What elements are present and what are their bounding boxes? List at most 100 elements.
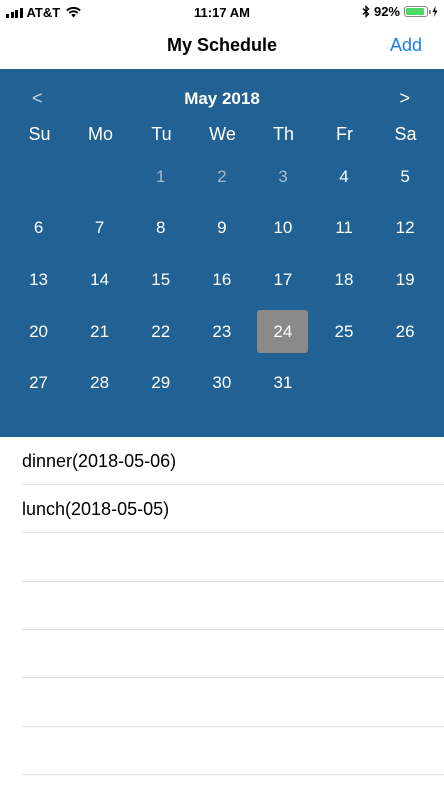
day-number: 19 [395,269,415,289]
empty-day-cell [69,151,130,203]
day-cell[interactable]: 11 [313,203,374,255]
wifi-icon [66,7,82,18]
day-number: 21 [90,321,110,341]
day-number: 23 [212,321,232,341]
status-right: 92% [362,4,438,19]
day-number: 11 [335,218,353,238]
next-month-button[interactable]: > [399,88,410,109]
weekday-label: Fr [336,124,353,144]
day-cell[interactable]: 28 [69,357,130,409]
carrier-label: AT&T [26,5,61,20]
day-cell[interactable]: 18 [313,254,374,306]
day-number: 25 [334,321,354,341]
day-cell[interactable]: 7 [69,203,130,255]
day-number: 30 [212,373,232,393]
weekday-label: Su [28,124,51,144]
day-cell[interactable]: 10 [252,203,313,255]
day-number: 6 [33,218,44,238]
day-cell[interactable]: 25 [313,306,374,358]
empty-list-row [22,679,444,727]
day-cell[interactable]: 14 [69,254,130,306]
day-number: 14 [90,269,110,289]
day-number: 9 [217,218,227,238]
day-cell[interactable]: 8 [130,203,191,255]
battery-percent: 92% [373,4,400,19]
day-number: 28 [90,373,110,393]
weekday-label: Th [272,124,294,144]
calendar-header: < May 2018 > [0,69,444,127]
event-list: dinner(2018-05-06) lunch(2018-05-05) [0,437,444,791]
weekday-label: Tu [151,124,172,144]
empty-list-row [22,534,444,582]
day-number: 31 [273,373,293,393]
day-number: 16 [212,269,232,289]
day-number: 27 [29,373,48,393]
signal-icon [6,7,23,18]
day-cell[interactable]: 27 [8,357,69,409]
previous-month-button[interactable]: < [32,88,43,109]
weekday-header: Su Mo Tu We Th Fr Sa [9,123,437,145]
event-row[interactable]: lunch(2018-05-05) [22,485,444,534]
day-cell[interactable]: 21 [69,306,130,358]
day-number: 5 [400,166,410,186]
battery-level [406,8,425,15]
empty-list-row [22,582,444,630]
day-cell[interactable]: 9 [191,203,252,255]
day-cell[interactable]: 5 [375,151,436,203]
selected-day-cell[interactable]: 24 [252,306,313,358]
day-number: 7 [94,218,105,238]
status-bar: AT&T 11:17 AM 92% [0,0,444,24]
day-number: 18 [334,269,354,289]
event-label: dinner(2018-05-06) [22,451,177,471]
day-cell[interactable]: 12 [375,203,436,255]
day-number: 10 [273,218,293,238]
day-number: 2 [217,166,227,186]
day-number: 26 [395,321,415,341]
day-number: 12 [395,218,415,238]
day-cell[interactable]: 17 [252,254,313,306]
day-cell[interactable]: 16 [191,254,252,306]
day-cell[interactable]: 20 [8,306,69,358]
day-number: 8 [156,218,166,238]
weekday-label: Mo [87,124,113,144]
navigation-bar: My Schedule Add [0,24,444,69]
day-cell[interactable]: 4 [313,151,374,203]
day-cell[interactable]: 1 [130,151,191,203]
day-cell[interactable]: 23 [191,306,252,358]
calendar: < May 2018 > Su Mo Tu We Th Fr Sa 1 2 3 4 5 6 7 8 9 10 1… [0,69,444,437]
day-number: 24 [257,310,309,354]
battery-icon [404,6,431,17]
event-label: lunch(2018-05-05) [22,499,170,520]
day-cell[interactable]: 29 [130,357,191,409]
empty-list-row [22,727,444,775]
day-number: 22 [151,321,171,341]
event-row[interactable]: dinner(2018-05-06) [22,437,444,485]
day-cell[interactable]: 26 [375,306,436,358]
day-cell[interactable]: 3 [252,151,313,203]
day-cell[interactable]: 6 [8,203,69,255]
day-cell[interactable]: 13 [8,254,69,306]
day-number: 4 [339,166,349,186]
status-left: AT&T [6,5,82,20]
weekday-label: Sa [394,124,417,144]
day-cell[interactable]: 30 [191,357,252,409]
day-number: 3 [278,166,288,186]
day-cell[interactable]: 19 [375,254,436,306]
day-number: 1 [156,166,166,186]
add-button[interactable]: Add [390,35,422,56]
day-cell[interactable]: 2 [191,151,252,203]
empty-list-row [22,630,444,679]
calendar-grid: 1 2 3 4 5 6 7 8 9 10 11 12 13 14 15 16 17 18 19 20 21 22 23 24 2… [8,151,436,409]
day-number: 20 [29,321,48,341]
weekday-label: We [209,124,236,144]
day-cell[interactable]: 15 [130,254,191,306]
day-number: 15 [151,269,171,289]
bluetooth-icon [362,5,370,18]
empty-day-cell [8,151,69,203]
day-number: 13 [29,269,48,289]
day-cell[interactable]: 22 [130,306,191,358]
day-cell[interactable]: 31 [252,357,313,409]
page-title: My Schedule [166,35,278,55]
charging-icon [432,6,438,17]
day-number: 17 [273,269,293,289]
